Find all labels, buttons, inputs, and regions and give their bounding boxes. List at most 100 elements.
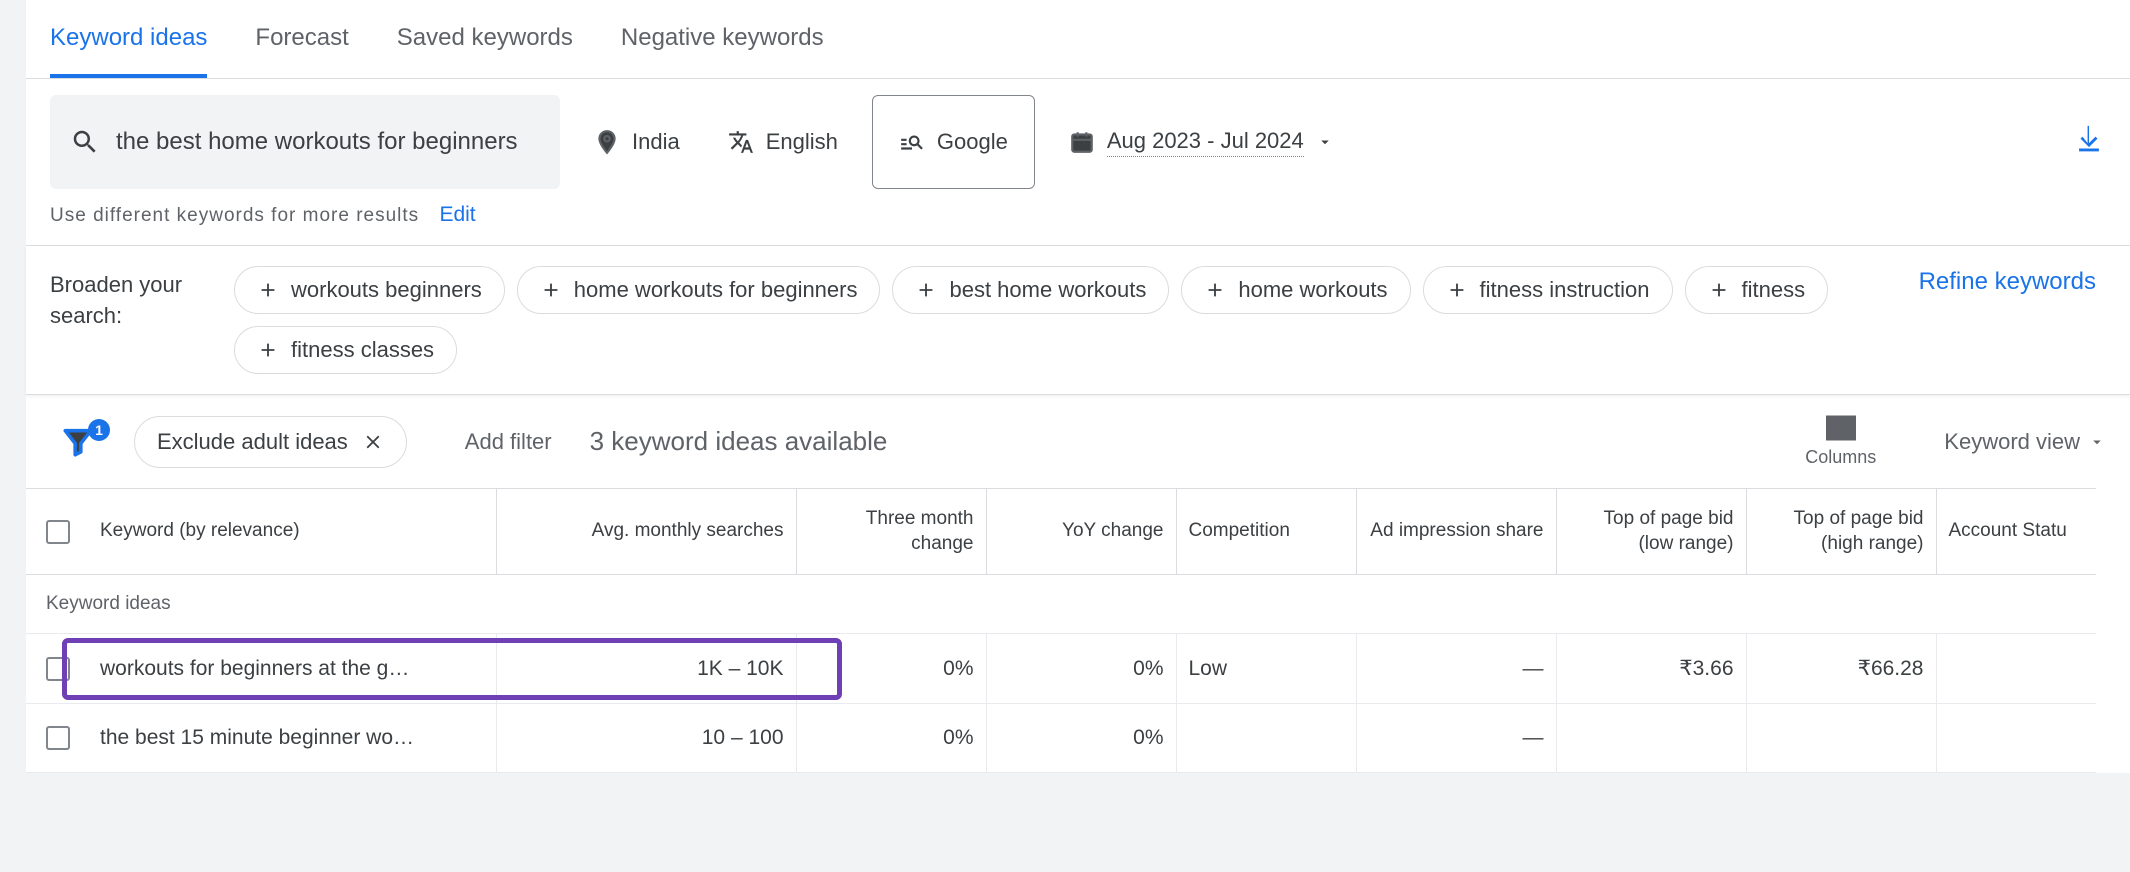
broaden-chip[interactable]: home workouts — [1181, 266, 1410, 314]
col-keyword[interactable]: Keyword (by relevance) — [100, 519, 300, 544]
bid-high-cell: ₹66.28 — [1746, 634, 1936, 704]
status-cell — [1936, 704, 2096, 773]
section-label: Keyword ideas — [26, 575, 2096, 634]
yoy-cell: 0% — [986, 704, 1176, 773]
language-filter[interactable]: English — [714, 112, 852, 172]
col-ad-share[interactable]: Ad impression share — [1356, 489, 1556, 575]
network-filter[interactable]: Google — [872, 95, 1035, 189]
bid-low-cell — [1556, 704, 1746, 773]
broaden-chip[interactable]: workouts beginners — [234, 266, 505, 314]
competition-cell: Low — [1176, 634, 1356, 704]
plus-icon — [257, 279, 279, 301]
chip-label: workouts beginners — [291, 277, 482, 303]
col-bid-high[interactable]: Top of page bid (high range) — [1746, 489, 1936, 575]
chip-label: home workouts — [1238, 277, 1387, 303]
ideas-available: 3 keyword ideas available — [590, 426, 888, 457]
chip-label: home workouts for beginners — [574, 277, 858, 303]
col-competition[interactable]: Competition — [1176, 489, 1356, 575]
network-value: Google — [937, 129, 1008, 155]
yoy-cell: 0% — [986, 634, 1176, 704]
ad-share-cell: — — [1356, 704, 1556, 773]
search-icon — [70, 127, 100, 157]
plus-icon — [1204, 279, 1226, 301]
language-icon — [728, 129, 754, 155]
chip-label: fitness — [1742, 277, 1806, 303]
close-icon[interactable] — [362, 431, 384, 453]
hint-text: Use different keywords for more results — [50, 205, 419, 226]
chip-label: fitness instruction — [1480, 277, 1650, 303]
network-icon — [899, 129, 925, 155]
language-value: English — [766, 129, 838, 155]
tab-keyword-ideas[interactable]: Keyword ideas — [50, 24, 207, 78]
plus-icon — [257, 339, 279, 361]
ad-share-cell: — — [1356, 634, 1556, 704]
avg-cell: 1K – 10K — [496, 634, 796, 704]
add-filter-button[interactable]: Add filter — [465, 429, 552, 455]
table-header-row: Keyword (by relevance) Avg. monthly sear… — [26, 489, 2130, 575]
broaden-chip[interactable]: fitness classes — [234, 326, 457, 374]
search-query: the best home workouts for beginners — [116, 127, 518, 157]
hint-row: Use different keywords for more results … — [26, 189, 2130, 245]
tab-negative-keywords[interactable]: Negative keywords — [621, 24, 824, 78]
table-row[interactable]: the best 15 minute beginner wo… 10 – 100… — [26, 704, 2130, 773]
chevron-down-icon — [1316, 133, 1334, 151]
exclude-label: Exclude adult ideas — [157, 429, 348, 455]
location-value: India — [632, 129, 680, 155]
funnel-badge: 1 — [88, 419, 110, 441]
search-input[interactable]: the best home workouts for beginners — [50, 95, 560, 189]
plus-icon — [915, 279, 937, 301]
avg-cell: 10 – 100 — [496, 704, 796, 773]
plus-icon — [1446, 279, 1468, 301]
keyword-cell: workouts for beginners at the g… — [100, 657, 409, 681]
competition-cell — [1176, 704, 1356, 773]
three-month-cell: 0% — [796, 634, 986, 704]
broaden-chip[interactable]: fitness instruction — [1423, 266, 1673, 314]
exclude-adult-chip[interactable]: Exclude adult ideas — [134, 416, 407, 468]
tab-forecast[interactable]: Forecast — [255, 24, 348, 78]
select-all-checkbox[interactable] — [46, 520, 70, 544]
date-value: Aug 2023 - Jul 2024 — [1107, 128, 1304, 157]
tab-saved-keywords[interactable]: Saved keywords — [397, 24, 573, 78]
chip-label: best home workouts — [949, 277, 1146, 303]
broaden-chip[interactable]: best home workouts — [892, 266, 1169, 314]
location-icon — [594, 129, 620, 155]
calendar-icon — [1069, 129, 1095, 155]
table-section-header: Keyword ideas — [26, 575, 2130, 634]
edit-link[interactable]: Edit — [439, 203, 475, 226]
table-toolbar: 1 Exclude adult ideas Add filter 3 keywo… — [26, 395, 2130, 488]
keyword-view-label: Keyword view — [1944, 429, 2080, 455]
columns-label: Columns — [1805, 447, 1876, 468]
chip-label: fitness classes — [291, 337, 434, 363]
download-icon — [2072, 123, 2106, 157]
date-filter[interactable]: Aug 2023 - Jul 2024 — [1055, 112, 1348, 172]
tabs-bar: Keyword ideas Forecast Saved keywords Ne… — [26, 0, 2130, 79]
broaden-label: Broaden your search: — [50, 266, 210, 332]
keyword-cell: the best 15 minute beginner wo… — [100, 726, 414, 750]
col-three-month[interactable]: Three month change — [796, 489, 986, 575]
keyword-view-dropdown[interactable]: Keyword view — [1944, 429, 2106, 455]
filter-funnel-button[interactable]: 1 — [50, 425, 106, 459]
broaden-chip[interactable]: home workouts for beginners — [517, 266, 881, 314]
refine-keywords-link[interactable]: Refine keywords — [1919, 266, 2106, 298]
location-filter[interactable]: India — [580, 112, 694, 172]
three-month-cell: 0% — [796, 704, 986, 773]
plus-icon — [540, 279, 562, 301]
row-checkbox[interactable] — [46, 657, 70, 681]
col-bid-low[interactable]: Top of page bid (low range) — [1556, 489, 1746, 575]
col-avg[interactable]: Avg. monthly searches — [496, 489, 796, 575]
table-row[interactable]: workouts for beginners at the g… 1K – 10… — [26, 634, 2130, 704]
status-cell — [1936, 634, 2096, 704]
search-bar: the best home workouts for beginners Ind… — [26, 79, 2130, 189]
columns-button[interactable]: Columns — [1805, 415, 1876, 468]
broaden-section: Broaden your search: workouts beginners … — [26, 245, 2130, 395]
col-yoy[interactable]: YoY change — [986, 489, 1176, 575]
bid-high-cell — [1746, 704, 1936, 773]
download-button[interactable] — [2072, 123, 2106, 162]
col-status[interactable]: Account Statu — [1936, 489, 2096, 575]
columns-icon — [1826, 415, 1856, 441]
broaden-chips: workouts beginners home workouts for beg… — [234, 266, 1895, 374]
keyword-table: Keyword (by relevance) Avg. monthly sear… — [26, 488, 2130, 773]
row-checkbox[interactable] — [46, 726, 70, 750]
bid-low-cell: ₹3.66 — [1556, 634, 1746, 704]
broaden-chip[interactable]: fitness — [1685, 266, 1829, 314]
